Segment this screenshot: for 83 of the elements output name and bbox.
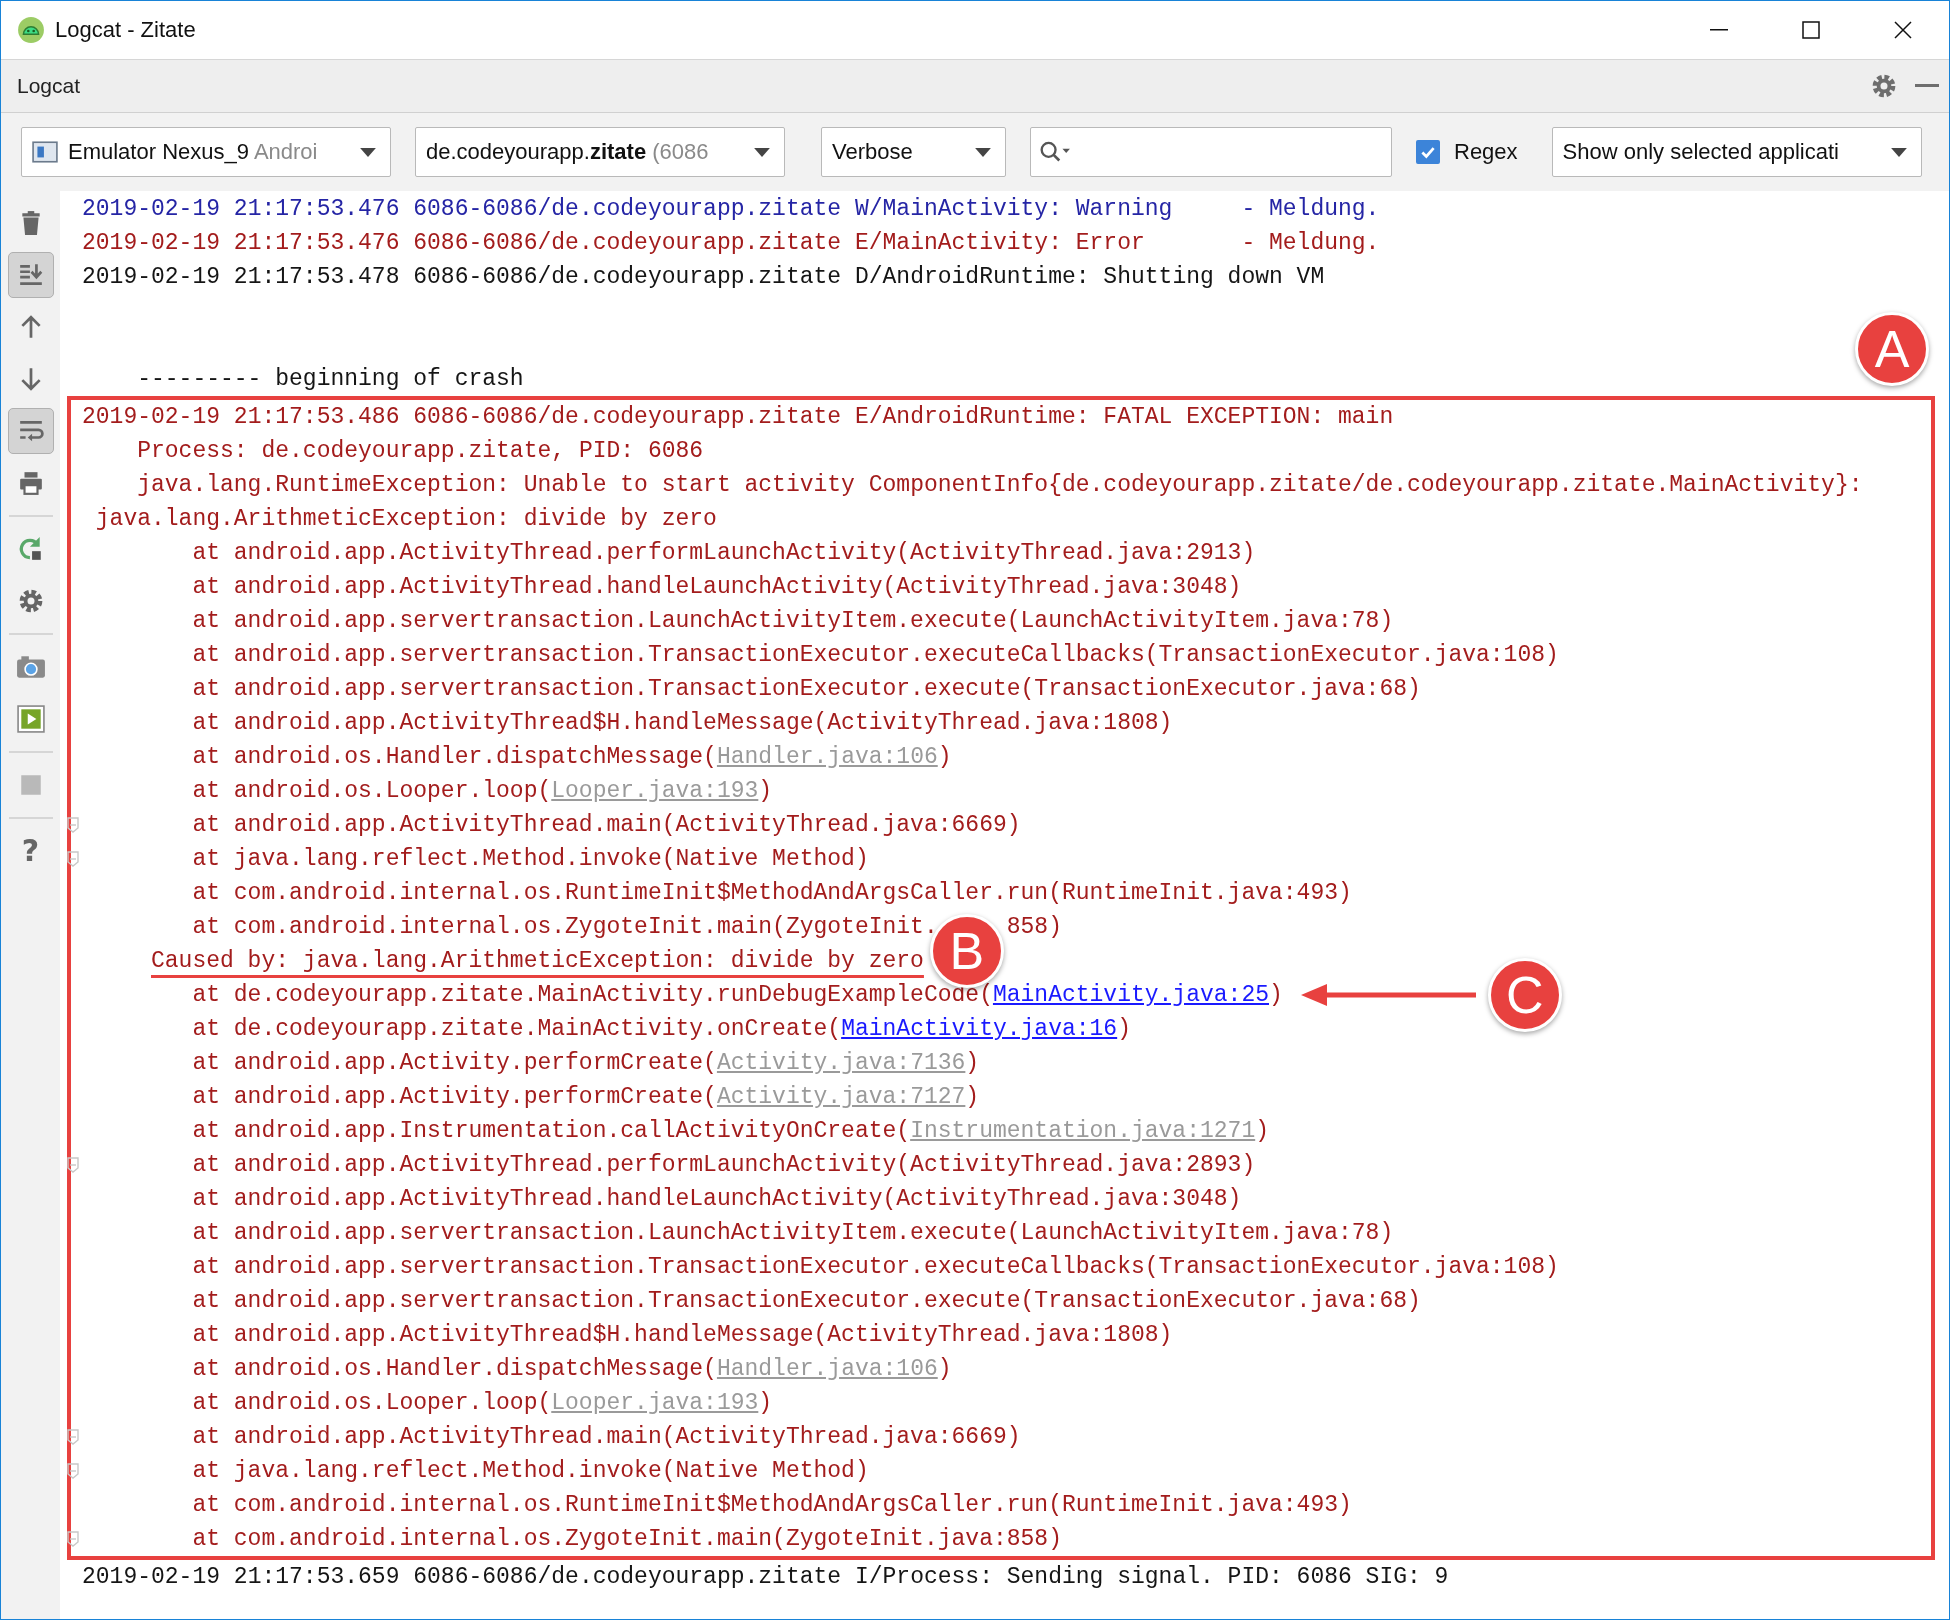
settings-icon: [17, 588, 44, 614]
regex-label: Regex: [1454, 139, 1518, 165]
log-line: 2019-02-19 21:17:53.478 6086-6086/de.codeyourapp.zitate D/AndroidRuntime: Shutting down VM: [82, 263, 1325, 292]
toolbar-button[interactable]: [7, 408, 54, 454]
log-line: at com.android.internal.os.RuntimeInit$MethodAndArgsCaller.run(RuntimeInit.java:493): [191, 1491, 1352, 1520]
hide-icon[interactable]: [1915, 83, 1939, 89]
source-link[interactable]: MainActivity.java:16: [841, 1016, 1118, 1042]
maximize-icon: [1801, 20, 1821, 40]
log-line: at android.app.ActivityThread.performLaunchActivity(ActivityThread.java:2913): [191, 539, 1256, 568]
log-line: java.lang.RuntimeException: Unable to start activity ComponentInfo{de.codeyourapp.zitate/de.codeyourapp.zitate.MainActivity}:: [136, 471, 1863, 500]
source-link[interactable]: Handler.java:106: [716, 744, 938, 770]
log-line: at android.os.Handler.dispatchMessage(Handler.java:106): [191, 1355, 952, 1384]
annotation-badge: A: [1855, 312, 1929, 386]
device-icon: [32, 141, 58, 163]
toolbar-button[interactable]: [7, 252, 54, 298]
regex-checkbox[interactable]: [1416, 140, 1440, 164]
device-dropdown[interactable]: Emulator Nexus_9 Androi: [21, 127, 391, 177]
log-line: at android.app.ActivityThread.main(ActivityThread.java:6669): [191, 811, 1021, 840]
fold-marker-icon[interactable]: [67, 1531, 79, 1547]
log-line: at android.app.servertransaction.TransactionExecutor.executeCallbacks(TransactionExecutor.java:108): [191, 641, 1559, 670]
help-button[interactable]: ?: [7, 828, 54, 874]
log-line: at android.os.Handler.dispatchMessage(Handler.java:106): [191, 743, 952, 772]
fold-marker-icon[interactable]: [67, 1157, 79, 1173]
search-icon: [1039, 140, 1071, 164]
minimize-icon: [1710, 29, 1728, 31]
log-line: at android.app.ActivityThread$H.handleMessage(ActivityThread.java:1808): [191, 709, 1173, 738]
caret-icon: [975, 147, 991, 157]
log-line: java.lang.ArithmeticException: divide by zero: [94, 505, 717, 534]
fold-marker-icon[interactable]: [67, 1463, 79, 1479]
source-link[interactable]: Looper.java:193: [551, 778, 759, 804]
video-play-icon: [15, 705, 46, 733]
tool-window-title: Logcat: [17, 74, 81, 98]
log-line: at android.app.servertransaction.TransactionExecutor.executeCallbacks(TransactionExecutor.java:108): [191, 1253, 1559, 1282]
log-line: Caused by: java.lang.ArithmeticException: divide by zero: [150, 947, 924, 976]
search-field[interactable]: [1030, 127, 1392, 177]
log-line: at android.app.Activity.performCreate(Activity.java:7136): [191, 1049, 980, 1078]
caret-icon: [754, 147, 770, 157]
log-line: at android.app.ActivityThread.handleLaunchActivity(ActivityThread.java:3048): [191, 1185, 1242, 1214]
log-line: at android.os.Looper.loop(Looper.java:193): [191, 1389, 773, 1418]
filter-mode-dropdown[interactable]: Show only selected applicati: [1551, 127, 1922, 177]
source-link[interactable]: Activity.java:7127: [716, 1084, 966, 1110]
android-app-icon: [17, 16, 45, 44]
settings-icon[interactable]: [1871, 73, 1897, 99]
log-line: 2019-02-19 21:17:53.659 6086-6086/de.codeyourapp.zitate I/Process: Sending signal. PID: 6086 SIG: 9: [82, 1563, 1449, 1592]
log-line: at android.app.servertransaction.LaunchActivityItem.execute(LaunchActivityItem.java:78): [191, 1219, 1394, 1248]
log-line: at android.app.ActivityThread.performLaunchActivity(ActivityThread.java:2893): [191, 1151, 1256, 1180]
source-link[interactable]: Handler.java:106: [716, 1356, 938, 1382]
scroll-to-end-icon: [17, 262, 44, 288]
log-line: at android.app.ActivityThread.handleLaunchActivity(ActivityThread.java:3048): [191, 573, 1242, 602]
printer-icon: [17, 470, 44, 496]
log-line: at java.lang.reflect.Method.invoke(Native Method): [191, 1457, 869, 1486]
log-line: at android.app.servertransaction.LaunchActivityItem.execute(LaunchActivityItem.java:78): [191, 607, 1394, 636]
close-icon: [1893, 20, 1913, 40]
log-line: 2019-02-19 21:17:53.476 6086-6086/de.codeyourapp.zitate W/MainActivity: Warning - Meldung.: [82, 195, 1380, 224]
fold-marker-icon[interactable]: [67, 851, 79, 867]
log-line: at java.lang.reflect.Method.invoke(Native Method): [191, 845, 869, 874]
log-line: at android.app.ActivityThread.main(ActivityThread.java:6669): [191, 1423, 1021, 1452]
log-line: at de.codeyourapp.zitate.MainActivity.onCreate(MainActivity.java:16): [191, 1015, 1131, 1044]
source-link[interactable]: Looper.java:193: [551, 1390, 759, 1416]
source-link[interactable]: Instrumentation.java:1271: [910, 1118, 1256, 1144]
log-line: 2019-02-19 21:17:53.476 6086-6086/de.codeyourapp.zitate E/MainActivity: Error - Meldung.: [82, 229, 1380, 258]
log-line: at android.app.servertransaction.TransactionExecutor.execute(TransactionExecutor.java:68): [191, 675, 1421, 704]
log-line: at android.app.ActivityThread$H.handleMessage(ActivityThread.java:1808): [191, 1321, 1173, 1350]
log-line: at android.app.Activity.performCreate(Activity.java:7127): [191, 1083, 980, 1112]
fold-marker-icon[interactable]: [67, 817, 79, 833]
log-line: --------- beginning of crash: [136, 365, 524, 394]
log-level-dropdown[interactable]: Verbose: [821, 127, 1006, 177]
window-title: Logcat - Zitate: [55, 17, 196, 43]
soft-wrap-icon: [17, 418, 44, 444]
caret-icon: [1890, 147, 1907, 157]
process-dropdown[interactable]: de.codeyourapp.zitate (6086: [415, 127, 785, 177]
restart-icon: [17, 536, 44, 562]
log-line: Process: de.codeyourapp.zitate, PID: 6086: [136, 437, 704, 466]
log-line: at com.android.internal.os.ZygoteInit.main(ZygoteInit.java:858): [191, 1525, 1062, 1554]
source-link[interactable]: Activity.java:7136: [716, 1050, 966, 1076]
log-line: 2019-02-19 21:17:53.486 6086-6086/de.codeyourapp.zitate E/AndroidRuntime: FATAL EXCEPTION: main: [82, 403, 1394, 432]
caret-icon: [360, 147, 376, 157]
fold-marker-icon[interactable]: [67, 1429, 79, 1445]
log-line: at com.android.internal.os.RuntimeInit$MethodAndArgsCaller.run(RuntimeInit.java:493): [191, 879, 1352, 908]
camera-icon: [15, 653, 46, 681]
log-line: at android.app.Instrumentation.callActivityOnCreate(Instrumentation.java:1271): [191, 1117, 1269, 1146]
log-line: at android.os.Looper.loop(Looper.java:193): [191, 777, 773, 806]
log-line: at android.app.servertransaction.TransactionExecutor.execute(TransactionExecutor.java:68): [191, 1287, 1421, 1316]
